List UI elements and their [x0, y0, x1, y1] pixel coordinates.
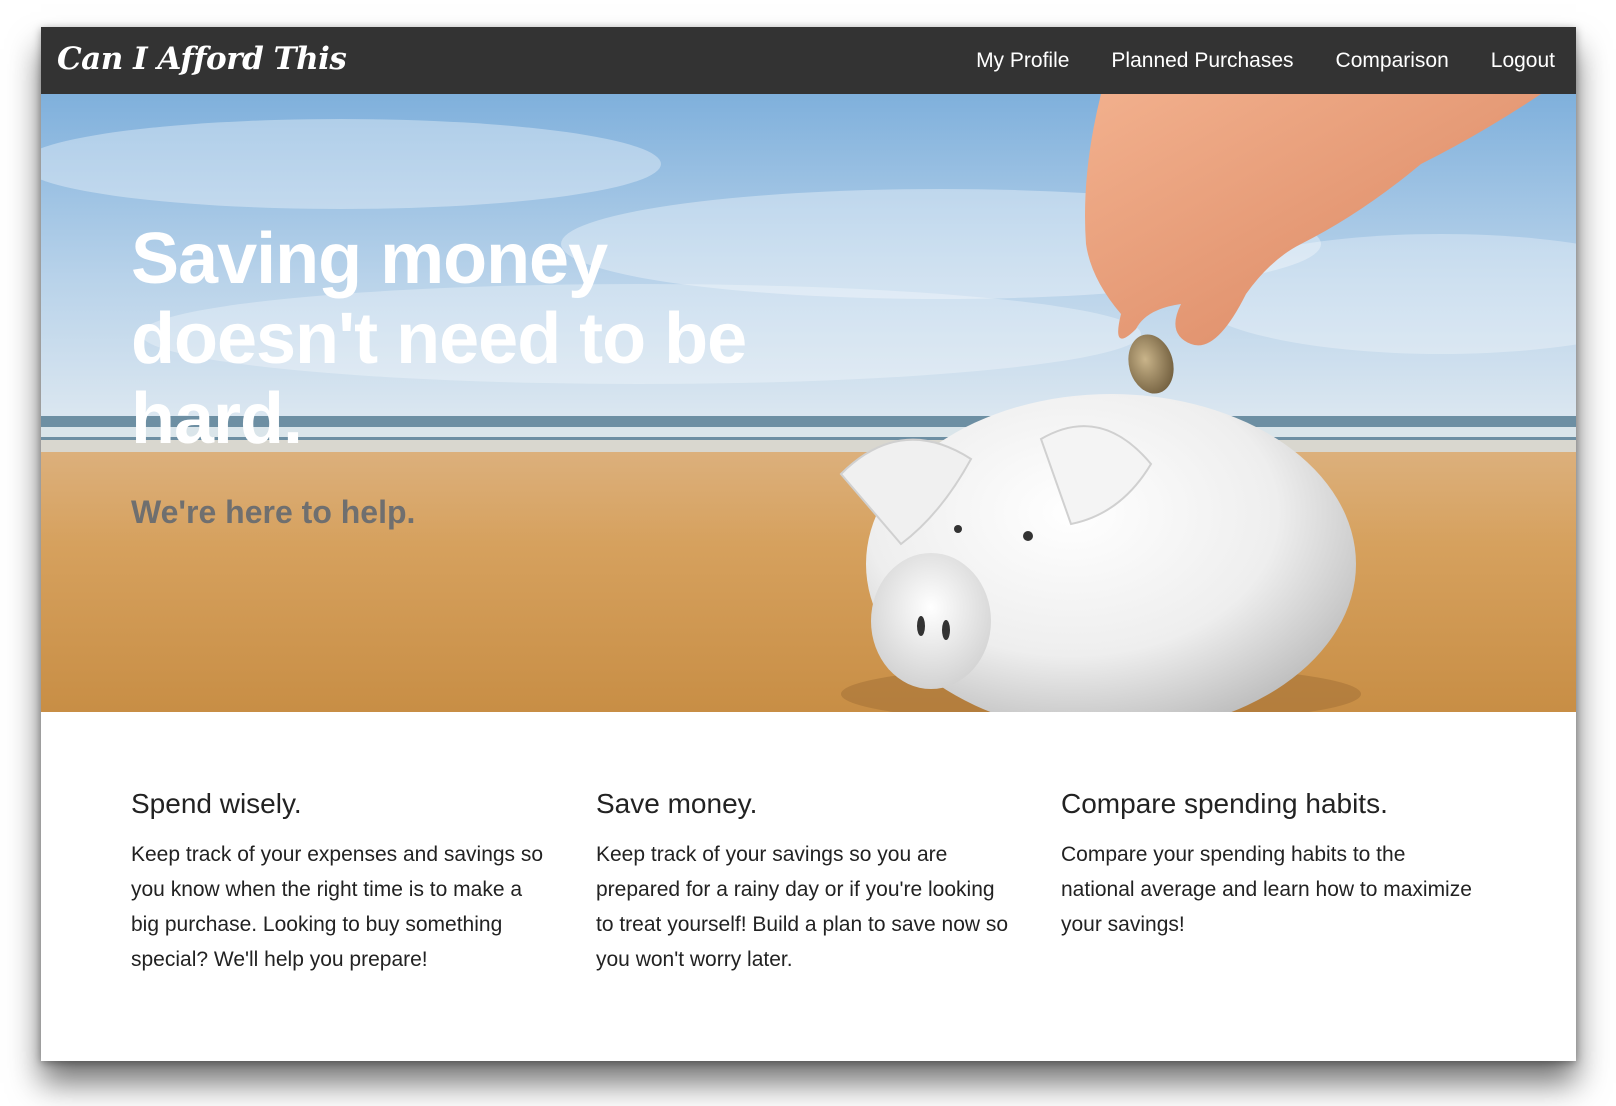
nav-links: My Profile Planned Purchases Comparison …: [955, 27, 1576, 94]
hero-banner: Saving money doesn't need to be hard. We…: [41, 94, 1576, 712]
hero-title: Saving money doesn't need to be hard.: [131, 219, 747, 459]
nav-my-profile-link[interactable]: My Profile: [955, 49, 1090, 73]
features-section: Spend wisely. Keep track of your expense…: [131, 787, 1531, 1047]
feature-heading: Save money.: [596, 788, 758, 819]
nav-planned-purchases-link[interactable]: Planned Purchases: [1090, 49, 1314, 73]
hero-subtitle: We're here to help.: [131, 494, 416, 530]
nav-comparison-link[interactable]: Comparison: [1315, 49, 1470, 73]
feature-body: Keep track of your savings so you are pr…: [596, 843, 1009, 971]
feature-heading: Spend wisely.: [131, 788, 302, 819]
navbar: Can I Afford This My Profile Planned Pur…: [41, 27, 1576, 94]
feature-compare-spending: Compare spending habits. Compare your sp…: [1061, 787, 1481, 942]
feature-body: Compare your spending habits to the nati…: [1061, 843, 1472, 936]
browser-page: Can I Afford This My Profile Planned Pur…: [41, 27, 1576, 1061]
feature-save-money: Save money. Keep track of your savings s…: [596, 787, 1016, 977]
nav-logout-link[interactable]: Logout: [1470, 49, 1576, 73]
feature-heading: Compare spending habits.: [1061, 788, 1388, 819]
feature-body: Keep track of your expenses and savings …: [131, 843, 544, 971]
brand-logo-link[interactable]: Can I Afford This: [57, 41, 347, 77]
feature-spend-wisely: Spend wisely. Keep track of your expense…: [131, 787, 551, 977]
